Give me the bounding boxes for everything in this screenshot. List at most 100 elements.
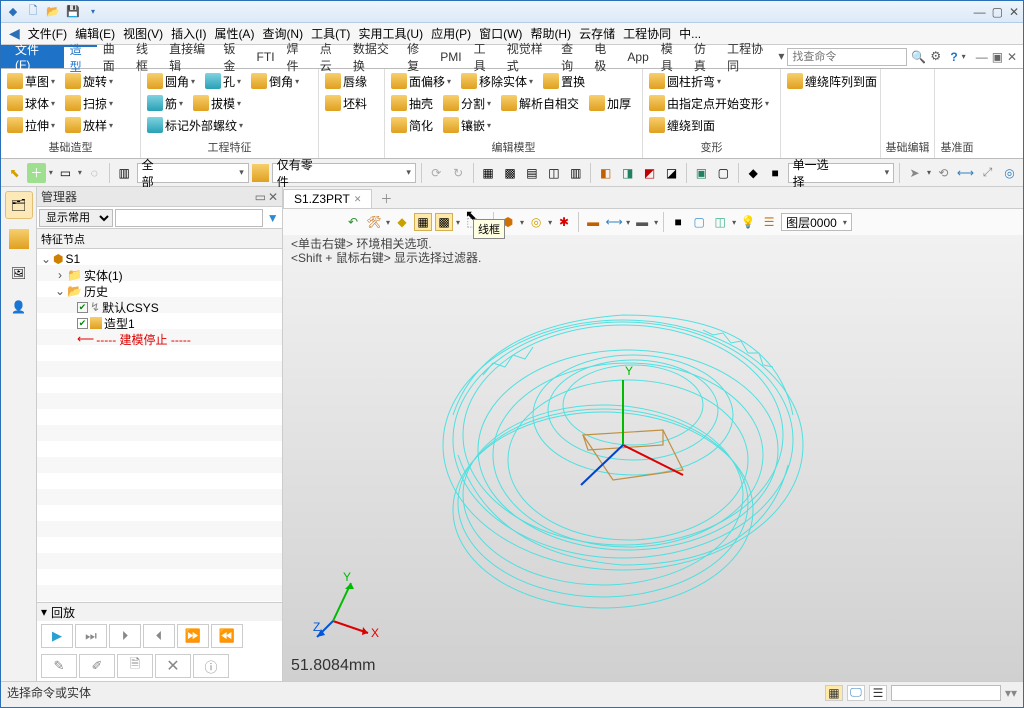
tab-collab[interactable]: 工程协同 xyxy=(721,45,775,68)
close2-icon[interactable]: ✕ xyxy=(1007,50,1017,64)
edit-button[interactable]: ✎ xyxy=(41,654,77,678)
delete-button[interactable]: ✕ xyxy=(155,654,191,678)
rewind-button[interactable]: ⏪ xyxy=(211,624,243,648)
btn-chamfer[interactable]: 倒角▾ xyxy=(249,71,301,91)
btn-thread[interactable]: 标记外部螺纹▾ xyxy=(145,115,245,135)
combo-parts[interactable]: 仅有零件▾ xyxy=(272,163,416,183)
btn-draft[interactable]: 拔模▾ xyxy=(191,93,243,113)
sidebar-view-button[interactable]: 🖼 xyxy=(5,259,33,287)
vb-m6[interactable]: ◫ xyxy=(711,213,729,231)
tb-g2[interactable]: ↻ xyxy=(449,163,468,183)
btn-lip[interactable]: 唇缘 xyxy=(323,71,380,91)
btn-hole[interactable]: 孔▾ xyxy=(203,71,243,91)
vb-undo[interactable]: ↶ xyxy=(344,213,362,231)
btn-wraparray[interactable]: 缠绕阵列到面 xyxy=(785,71,879,91)
vb-diamond[interactable]: ◆ xyxy=(393,213,411,231)
tb-i2[interactable]: ▩ xyxy=(501,163,520,183)
btn-embed[interactable]: 镶嵌▾ xyxy=(441,115,493,135)
tb-box[interactable]: ▭ xyxy=(56,163,75,183)
tb-ptr[interactable]: ➤ xyxy=(905,163,924,183)
sb-3[interactable]: ☰ xyxy=(869,685,887,701)
restore-icon[interactable]: ▣ xyxy=(992,50,1003,64)
vb-circ[interactable]: ◎ xyxy=(527,213,545,231)
tab-electrode[interactable]: 电极 xyxy=(588,45,621,68)
sidebar-tree-button[interactable]: 🗂 xyxy=(5,191,33,219)
close-icon[interactable]: ✕ xyxy=(1009,5,1019,19)
tb-cube-icon[interactable] xyxy=(252,164,269,182)
btn-wrap[interactable]: 缠绕到面 xyxy=(647,115,776,135)
btn-remove[interactable]: 移除实体▾ xyxy=(459,71,535,91)
tb-arrow[interactable]: ⬉ xyxy=(5,163,24,183)
save-icon[interactable]: 💾 xyxy=(65,4,81,20)
btn-sketch[interactable]: 草图▾ xyxy=(5,71,57,91)
tb-i12[interactable]: ◆ xyxy=(744,163,763,183)
maximize-icon[interactable]: ▢ xyxy=(992,5,1003,19)
btn-cylbend[interactable]: 圆柱折弯▾ xyxy=(647,71,776,91)
tab-wire[interactable]: 线框 xyxy=(130,45,163,68)
vb-m4[interactable]: ■ xyxy=(669,213,687,231)
new-tab-button[interactable]: ＋ xyxy=(372,187,400,208)
btn-shell[interactable]: 抽壳 xyxy=(389,93,435,113)
viewport[interactable]: S1.Z3PRT✕ ＋ ↶ 🛠▾ ◆ ▦ ▩▾ ⬚▾ ⬢▾ ◎▾ ✱ ▬ ⟷▾ … xyxy=(283,187,1023,681)
vb-yellow1[interactable]: ▦ xyxy=(414,213,432,231)
btn-blank[interactable]: 坯料 xyxy=(323,93,380,113)
tb-i13[interactable]: ■ xyxy=(766,163,785,183)
tb-i1[interactable]: ▦ xyxy=(479,163,498,183)
model-canvas[interactable]: Y xyxy=(283,235,1023,685)
tab-shape[interactable]: 造型 xyxy=(64,45,97,68)
search-icon[interactable]: 🔍 xyxy=(911,50,926,64)
tab-exchange[interactable]: 数据交换 xyxy=(347,45,401,68)
menu-back-icon[interactable]: ◀ xyxy=(5,25,24,42)
tb-g1[interactable]: ⟳ xyxy=(427,163,446,183)
tb-circ[interactable]: ◎ xyxy=(1000,163,1019,183)
step-in-button[interactable]: ⏵ xyxy=(109,624,141,648)
edit2-button[interactable]: ✐ xyxy=(79,654,115,678)
combo-all[interactable]: 全部▾ xyxy=(137,163,249,183)
tab-sheetmetal[interactable]: 钣金 xyxy=(217,45,250,68)
tab-pointcloud[interactable]: 点云 xyxy=(314,45,347,68)
search-input[interactable] xyxy=(787,48,907,66)
btn-sphere[interactable]: 球体▾ xyxy=(5,93,57,113)
vb-m2[interactable]: ⟷ xyxy=(605,213,623,231)
btn-thicken[interactable]: 加厚 xyxy=(587,93,633,113)
min2-icon[interactable]: — xyxy=(976,50,988,64)
minimize-icon[interactable]: — xyxy=(974,5,986,19)
tab-tools[interactable]: 工具 xyxy=(468,45,501,68)
tb-i3[interactable]: ▤ xyxy=(522,163,541,183)
btn-offset[interactable]: 面偏移▾ xyxy=(389,71,453,91)
filter-select[interactable]: 显示常用 xyxy=(39,209,113,227)
view-tab[interactable]: S1.Z3PRT✕ xyxy=(283,189,372,208)
btn-fillet[interactable]: 圆角▾ xyxy=(145,71,197,91)
tb-dim[interactable]: ⟷ xyxy=(956,163,975,183)
combo-single[interactable]: 单一选择▾ xyxy=(788,163,894,183)
tab-appx[interactable]: App xyxy=(621,45,654,68)
vb-layers[interactable]: ☰ xyxy=(760,213,778,231)
tab-pmi[interactable]: PMI xyxy=(434,45,467,68)
btn-loft[interactable]: 放样▾ xyxy=(63,115,115,135)
status-input[interactable] xyxy=(891,685,1001,701)
tb-dotcircle[interactable]: ◌ xyxy=(85,163,104,183)
tb-palette[interactable]: ▥ xyxy=(115,163,134,183)
btn-selfint[interactable]: 解析自相交 xyxy=(499,93,581,113)
vb-target[interactable]: ✱ xyxy=(555,213,573,231)
vb-m1[interactable]: ▬ xyxy=(584,213,602,231)
btn-replace[interactable]: 置换 xyxy=(541,71,587,91)
tab-surface[interactable]: 曲面 xyxy=(97,45,130,68)
menu-app[interactable]: 应用(P) xyxy=(427,23,475,44)
tab-mold[interactable]: 模具 xyxy=(655,45,688,68)
feature-tree[interactable]: ⌄⬢S1 ›📁实体(1) ⌄📂历史 ✔↯默认CSYS ✔造型1 ⟵----- 建… xyxy=(37,249,282,602)
tab-weld[interactable]: 焊件 xyxy=(281,45,314,68)
step-fwd-button[interactable]: ⏭ xyxy=(75,624,107,648)
layer-combo[interactable]: 图层0000▾ xyxy=(781,213,852,231)
tb-i7[interactable]: ◨ xyxy=(618,163,637,183)
tab-query[interactable]: 查询 xyxy=(555,45,588,68)
tab-sim[interactable]: 仿真 xyxy=(688,45,721,68)
qab-dropdown-icon[interactable]: ▾ xyxy=(85,4,101,20)
fast-fwd-button[interactable]: ⏩ xyxy=(177,624,209,648)
panel-close-icon[interactable]: ✕ xyxy=(268,190,278,204)
vb-yellow2[interactable]: ▩ xyxy=(435,213,453,231)
help-icon[interactable]: ? xyxy=(950,50,957,64)
sb-1[interactable]: ▦ xyxy=(825,685,843,701)
tab-visual[interactable]: 视觉样式 xyxy=(501,45,555,68)
tb-plus[interactable]: ＋ xyxy=(27,163,46,183)
